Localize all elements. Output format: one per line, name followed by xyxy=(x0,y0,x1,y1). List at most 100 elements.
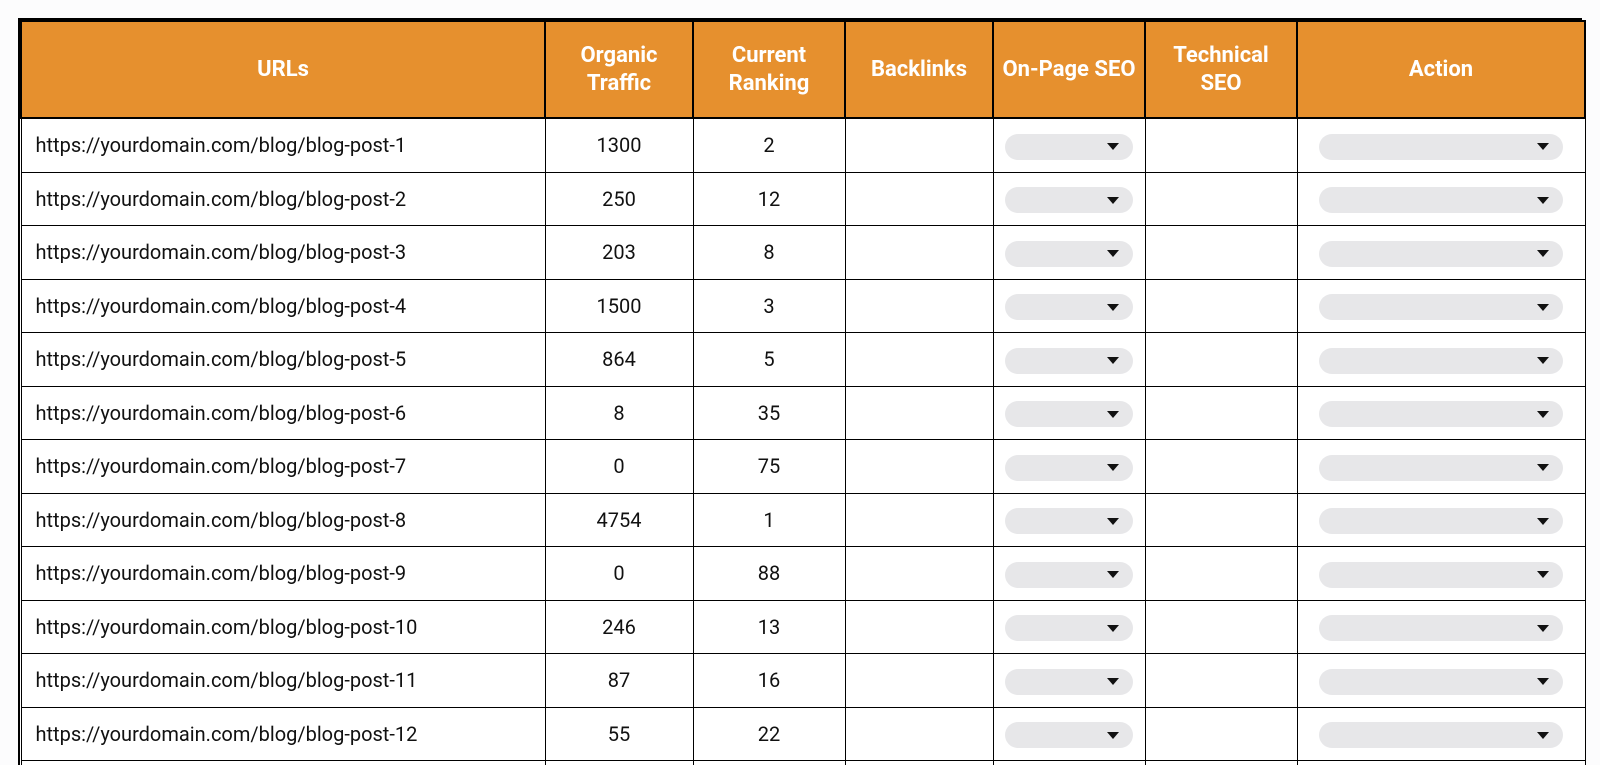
cell-current-ranking: 16 xyxy=(693,654,845,708)
cell-backlinks xyxy=(845,707,993,761)
cell-current-ranking: 88 xyxy=(693,547,845,601)
cell-backlinks xyxy=(845,333,993,387)
cell-url: https://yourdomain.com/blog/blog-post-5 xyxy=(21,333,545,387)
chevron-down-icon xyxy=(1107,571,1119,578)
table-row: https://yourdomain.com/blog/blog-post-13… xyxy=(21,761,1585,765)
chevron-down-icon xyxy=(1537,143,1549,150)
cell-backlinks xyxy=(845,118,993,172)
chevron-down-icon xyxy=(1107,411,1119,418)
cell-organic-traffic: 0 xyxy=(545,440,693,494)
cell-current-ranking: 5 xyxy=(693,333,845,387)
cell-url: https://yourdomain.com/blog/blog-post-10 xyxy=(21,600,545,654)
cell-action xyxy=(1297,440,1585,494)
action-dropdown[interactable] xyxy=(1319,722,1563,748)
cell-url: https://yourdomain.com/blog/blog-post-12 xyxy=(21,707,545,761)
cell-action xyxy=(1297,547,1585,601)
on-page-seo-dropdown[interactable] xyxy=(1005,401,1133,427)
col-header-backlinks: Backlinks xyxy=(845,21,993,118)
cell-url: https://yourdomain.com/blog/blog-post-3 xyxy=(21,226,545,280)
cell-on-page-seo xyxy=(993,279,1145,333)
cell-current-ranking: 13 xyxy=(693,600,845,654)
cell-url: https://yourdomain.com/blog/blog-post-2 xyxy=(21,172,545,226)
cell-technical-seo xyxy=(1145,654,1297,708)
table-row: https://yourdomain.com/blog/blog-post-11… xyxy=(21,118,1585,172)
on-page-seo-dropdown[interactable] xyxy=(1005,348,1133,374)
chevron-down-icon xyxy=(1107,518,1119,525)
table-row: https://yourdomain.com/blog/blog-post-22… xyxy=(21,172,1585,226)
cell-on-page-seo xyxy=(993,654,1145,708)
chevron-down-icon xyxy=(1537,197,1549,204)
on-page-seo-dropdown[interactable] xyxy=(1005,241,1133,267)
on-page-seo-dropdown[interactable] xyxy=(1005,187,1133,213)
cell-organic-traffic: 250 xyxy=(545,172,693,226)
table-row: https://yourdomain.com/blog/blog-post-90… xyxy=(21,547,1585,601)
action-dropdown[interactable] xyxy=(1319,562,1563,588)
cell-on-page-seo xyxy=(993,386,1145,440)
action-dropdown[interactable] xyxy=(1319,508,1563,534)
table-row: https://yourdomain.com/blog/blog-post-84… xyxy=(21,493,1585,547)
cell-on-page-seo xyxy=(993,172,1145,226)
col-header-current-ranking: Current Ranking xyxy=(693,21,845,118)
cell-organic-traffic: 0 xyxy=(545,547,693,601)
cell-action xyxy=(1297,761,1585,765)
table-row: https://yourdomain.com/blog/blog-post-58… xyxy=(21,333,1585,387)
cell-url: https://yourdomain.com/blog/blog-post-13 xyxy=(21,761,545,765)
cell-organic-traffic: 87 xyxy=(545,654,693,708)
table-row: https://yourdomain.com/blog/blog-post-10… xyxy=(21,600,1585,654)
on-page-seo-dropdown[interactable] xyxy=(1005,615,1133,641)
cell-action xyxy=(1297,386,1585,440)
action-dropdown[interactable] xyxy=(1319,615,1563,641)
on-page-seo-dropdown[interactable] xyxy=(1005,134,1133,160)
cell-url: https://yourdomain.com/blog/blog-post-8 xyxy=(21,493,545,547)
on-page-seo-dropdown[interactable] xyxy=(1005,455,1133,481)
action-dropdown[interactable] xyxy=(1319,241,1563,267)
cell-on-page-seo xyxy=(993,493,1145,547)
on-page-seo-dropdown[interactable] xyxy=(1005,294,1133,320)
cell-backlinks xyxy=(845,761,993,765)
cell-backlinks xyxy=(845,547,993,601)
on-page-seo-dropdown[interactable] xyxy=(1005,562,1133,588)
cell-technical-seo xyxy=(1145,707,1297,761)
col-header-technical-seo: Technical SEO xyxy=(1145,21,1297,118)
on-page-seo-dropdown[interactable] xyxy=(1005,669,1133,695)
cell-backlinks xyxy=(845,226,993,280)
on-page-seo-dropdown[interactable] xyxy=(1005,722,1133,748)
chevron-down-icon xyxy=(1107,464,1119,471)
action-dropdown[interactable] xyxy=(1319,294,1563,320)
cell-url: https://yourdomain.com/blog/blog-post-6 xyxy=(21,386,545,440)
cell-backlinks xyxy=(845,600,993,654)
table-row: https://yourdomain.com/blog/blog-post-32… xyxy=(21,226,1585,280)
chevron-down-icon xyxy=(1537,732,1549,739)
cell-action xyxy=(1297,118,1585,172)
action-dropdown[interactable] xyxy=(1319,134,1563,160)
cell-technical-seo xyxy=(1145,600,1297,654)
chevron-down-icon xyxy=(1107,143,1119,150)
cell-current-ranking: 12 xyxy=(693,172,845,226)
cell-technical-seo xyxy=(1145,279,1297,333)
action-dropdown[interactable] xyxy=(1319,187,1563,213)
cell-on-page-seo xyxy=(993,600,1145,654)
cell-action xyxy=(1297,172,1585,226)
cell-technical-seo xyxy=(1145,761,1297,765)
action-dropdown[interactable] xyxy=(1319,669,1563,695)
action-dropdown[interactable] xyxy=(1319,401,1563,427)
cell-current-ranking: 1 xyxy=(693,493,845,547)
cell-organic-traffic: 8 xyxy=(545,386,693,440)
chevron-down-icon xyxy=(1107,197,1119,204)
cell-current-ranking: 75 xyxy=(693,440,845,494)
chevron-down-icon xyxy=(1537,571,1549,578)
cell-backlinks xyxy=(845,386,993,440)
cell-technical-seo xyxy=(1145,440,1297,494)
chevron-down-icon xyxy=(1537,304,1549,311)
cell-organic-traffic: 742 xyxy=(545,761,693,765)
cell-organic-traffic: 55 xyxy=(545,707,693,761)
cell-on-page-seo xyxy=(993,440,1145,494)
chevron-down-icon xyxy=(1537,250,1549,257)
on-page-seo-dropdown[interactable] xyxy=(1005,508,1133,534)
action-dropdown[interactable] xyxy=(1319,455,1563,481)
cell-url: https://yourdomain.com/blog/blog-post-4 xyxy=(21,279,545,333)
chevron-down-icon xyxy=(1107,357,1119,364)
action-dropdown[interactable] xyxy=(1319,348,1563,374)
cell-backlinks xyxy=(845,172,993,226)
cell-on-page-seo xyxy=(993,707,1145,761)
